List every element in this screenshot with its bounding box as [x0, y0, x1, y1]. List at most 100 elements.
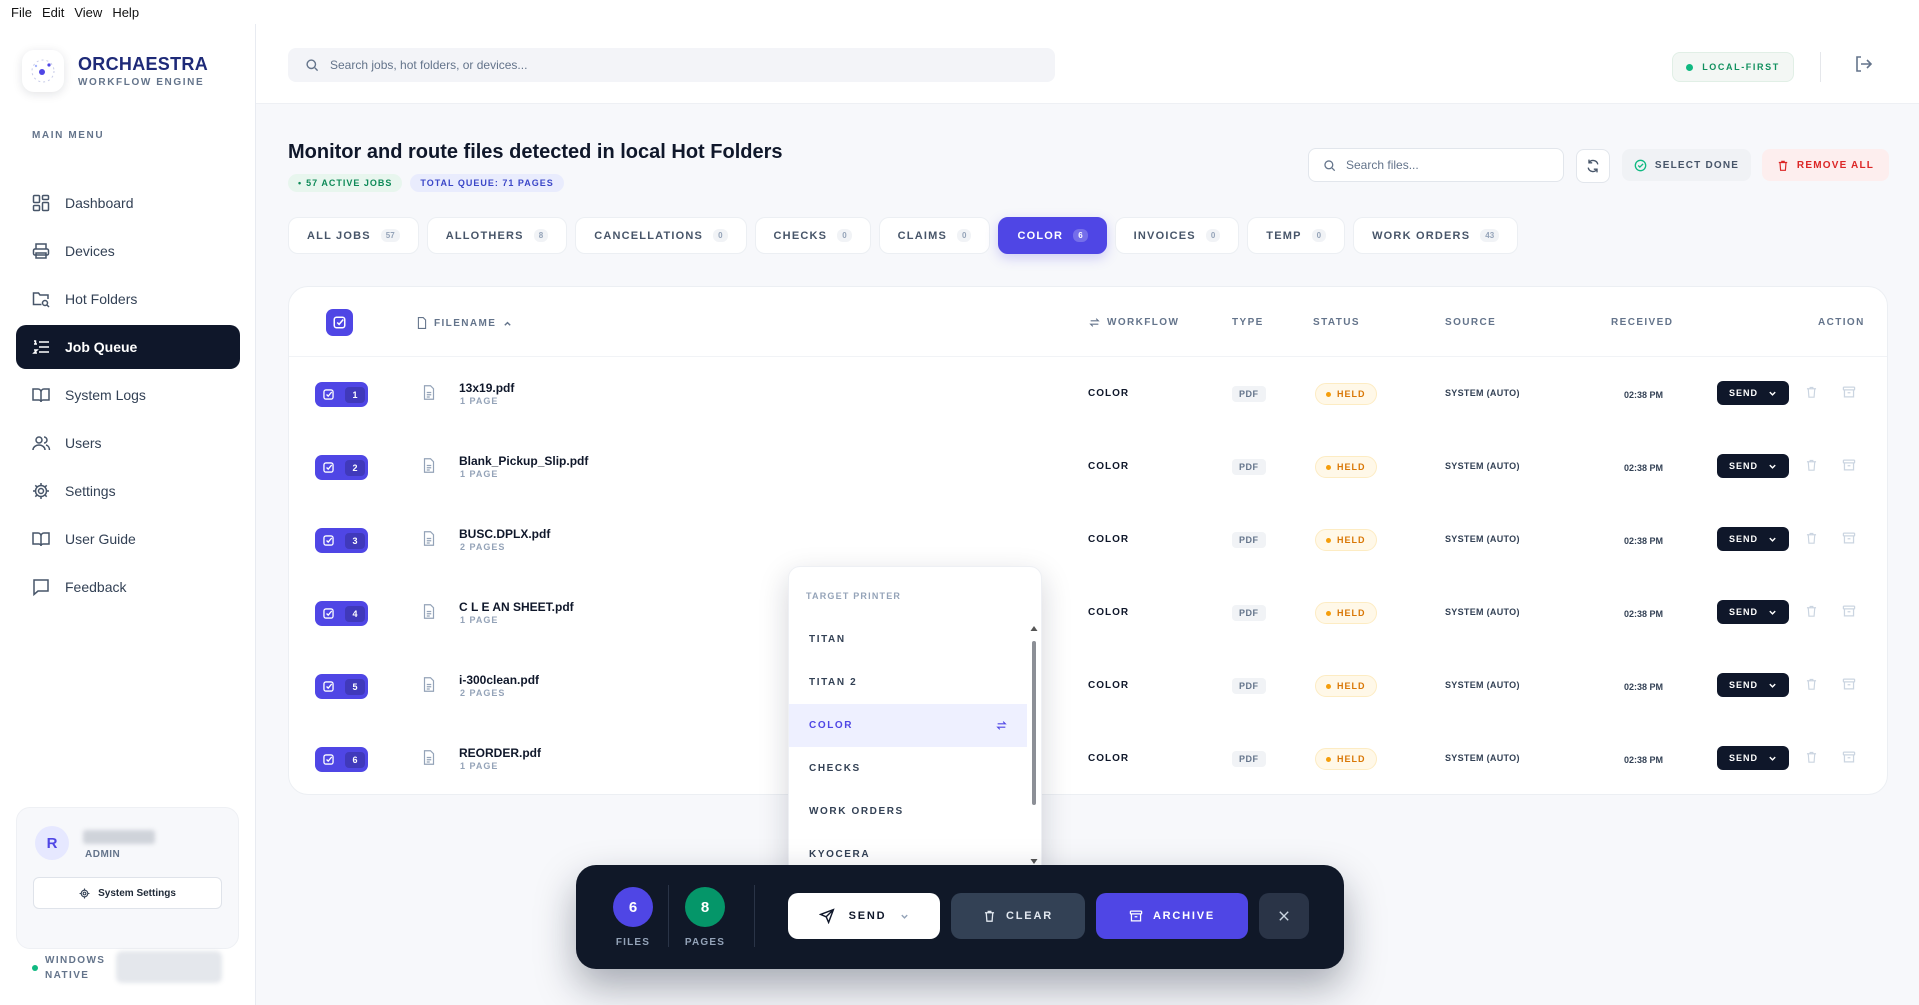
archive-icon[interactable]: [1842, 385, 1856, 399]
send-button[interactable]: SEND: [1717, 454, 1789, 478]
trash-icon[interactable]: [1805, 385, 1818, 399]
tab-invoices[interactable]: INVOICES 0: [1114, 217, 1240, 254]
menu-view[interactable]: View: [69, 5, 107, 20]
row-number: 5: [345, 678, 365, 695]
column-filename[interactable]: FILENAME: [417, 317, 512, 329]
sidebar-item-job-queue[interactable]: Job Queue: [16, 325, 240, 369]
tab-allothers[interactable]: ALLOTHERS 8: [426, 217, 568, 254]
user-role: ADMIN: [85, 849, 121, 860]
refresh-button[interactable]: [1576, 149, 1610, 183]
status-dot: [1326, 537, 1331, 543]
archive-icon[interactable]: [1842, 458, 1856, 472]
file-name[interactable]: Blank_Pickup_Slip.pdf: [459, 454, 588, 468]
remove-all-label: REMOVE ALL: [1796, 159, 1875, 171]
system-settings-button[interactable]: System Settings: [33, 877, 222, 909]
column-received[interactable]: RECEIVED: [1611, 317, 1673, 328]
send-button[interactable]: SEND: [1717, 673, 1789, 697]
archive-icon[interactable]: [1842, 604, 1856, 618]
menu-help[interactable]: Help: [107, 5, 144, 20]
tab-checks[interactable]: CHECKS 0: [754, 217, 871, 254]
tab-claims[interactable]: CLAIMS 0: [878, 217, 991, 254]
logout-button[interactable]: [1853, 54, 1873, 79]
tab-cancellations[interactable]: CANCELLATIONS 0: [575, 217, 747, 254]
status-badge: HELD: [1315, 748, 1377, 770]
sidebar-item-system-logs[interactable]: System Logs: [16, 373, 240, 417]
file-name[interactable]: 13x19.pdf: [459, 381, 514, 395]
file-name[interactable]: BUSC.DPLX.pdf: [459, 527, 550, 541]
send-button[interactable]: SEND: [1717, 527, 1789, 551]
printer-option-titan-2[interactable]: TITAN 2: [789, 661, 1027, 704]
sidebar-item-feedback[interactable]: Feedback: [16, 565, 240, 609]
printer-option-color[interactable]: COLOR: [789, 704, 1027, 747]
bulk-archive-button[interactable]: ARCHIVE: [1096, 893, 1248, 939]
table-row[interactable]: 1 13x19.pdf 1 PAGE COLOR PDF HELD SYSTEM (AUTO…: [289, 357, 1887, 430]
table-row[interactable]: 5 i-300clean.pdf 2 PAGES COLOR PDF HELD SYSTEM…: [289, 649, 1887, 722]
bulk-send-button[interactable]: SEND: [788, 893, 940, 939]
tab-work-orders[interactable]: WORK ORDERS 43: [1353, 217, 1519, 254]
table-row[interactable]: 3 BUSC.DPLX.pdf 2 PAGES COLOR PDF HELD SYSTEM …: [289, 503, 1887, 576]
trash-icon[interactable]: [1805, 604, 1818, 618]
dropdown-scrollbar[interactable]: [1030, 625, 1038, 869]
row-checkbox[interactable]: 4: [315, 601, 368, 626]
row-checkbox[interactable]: 2: [315, 455, 368, 480]
close-action-bar-button[interactable]: [1259, 893, 1309, 939]
column-source[interactable]: SOURCE: [1445, 317, 1496, 328]
file-name[interactable]: C L E AN SHEET.pdf: [459, 600, 574, 614]
printer-option-checks[interactable]: CHECKS: [789, 747, 1027, 790]
remove-all-button[interactable]: REMOVE ALL: [1762, 149, 1889, 181]
select-done-button[interactable]: SELECT DONE: [1622, 149, 1751, 181]
clear-selection-button[interactable]: CLEAR: [951, 893, 1085, 939]
dashboard-icon: [32, 194, 50, 212]
brand[interactable]: ORCHAESTRA WORKFLOW ENGINE: [22, 50, 208, 92]
sidebar-item-user-guide[interactable]: User Guide: [16, 517, 240, 561]
tab-color[interactable]: COLOR 6: [998, 217, 1107, 254]
table-row[interactable]: 2 Blank_Pickup_Slip.pdf 1 PAGE COLOR PDF HELD…: [289, 430, 1887, 503]
trash-icon[interactable]: [1805, 677, 1818, 691]
avatar[interactable]: R: [35, 826, 69, 860]
tab-temp[interactable]: TEMP 0: [1247, 217, 1346, 254]
status-badge: HELD: [1315, 456, 1377, 478]
printer-option-work-orders[interactable]: WORK ORDERS: [789, 790, 1027, 833]
row-checkbox[interactable]: 5: [315, 674, 368, 699]
column-status[interactable]: STATUS: [1313, 317, 1360, 328]
sidebar-item-dashboard[interactable]: Dashboard: [16, 181, 240, 225]
trash-icon: [984, 910, 995, 922]
sidebar-item-settings[interactable]: Settings: [16, 469, 240, 513]
scrollbar-thumb[interactable]: [1032, 641, 1036, 805]
row-checkbox[interactable]: 1: [315, 382, 368, 407]
file-name[interactable]: i-300clean.pdf: [459, 673, 539, 687]
menu-file[interactable]: File: [6, 5, 37, 20]
table-row[interactable]: 4 C L E AN SHEET.pdf 1 PAGE COLOR PDF HELD SYS…: [289, 576, 1887, 649]
gear-icon: [33, 483, 49, 499]
menu-edit[interactable]: Edit: [37, 5, 69, 20]
row-checkbox[interactable]: 6: [315, 747, 368, 772]
select-all-checkbox[interactable]: [326, 309, 353, 336]
search-files-placeholder: Search files...: [1346, 158, 1419, 172]
send-button[interactable]: SEND: [1717, 746, 1789, 770]
checkbox-checked-icon: [333, 316, 346, 329]
column-type[interactable]: TYPE: [1232, 317, 1264, 328]
row-checkbox[interactable]: 3: [315, 528, 368, 553]
trash-icon[interactable]: [1805, 531, 1818, 545]
archive-icon[interactable]: [1842, 677, 1856, 691]
send-button[interactable]: SEND: [1717, 600, 1789, 624]
sidebar-item-hot-folders[interactable]: Hot Folders: [16, 277, 240, 321]
status-dot: [1326, 391, 1331, 397]
trash-icon[interactable]: [1805, 458, 1818, 472]
sidebar-item-users[interactable]: Users: [16, 421, 240, 465]
search-files-input[interactable]: Search files...: [1308, 148, 1564, 182]
archive-icon[interactable]: [1842, 750, 1856, 764]
files-label: FILES: [615, 937, 651, 948]
printer-option-titan[interactable]: TITAN: [789, 618, 1027, 661]
archive-icon[interactable]: [1842, 531, 1856, 545]
column-workflow[interactable]: WORKFLOW: [1089, 317, 1179, 328]
sidebar-item-devices[interactable]: Devices: [16, 229, 240, 273]
trash-icon[interactable]: [1805, 750, 1818, 764]
file-name[interactable]: REORDER.pdf: [459, 746, 541, 760]
received-time: 02:38 PM: [1624, 682, 1664, 692]
user-name-redacted: [83, 830, 155, 844]
send-button[interactable]: SEND: [1717, 381, 1789, 405]
tab-all-jobs[interactable]: ALL JOBS 57: [288, 217, 419, 254]
table-row[interactable]: 6 REORDER.pdf 1 PAGE COLOR PDF HELD SYSTEM (AU…: [289, 722, 1887, 794]
global-search-input[interactable]: Search jobs, hot folders, or devices...: [288, 48, 1055, 82]
